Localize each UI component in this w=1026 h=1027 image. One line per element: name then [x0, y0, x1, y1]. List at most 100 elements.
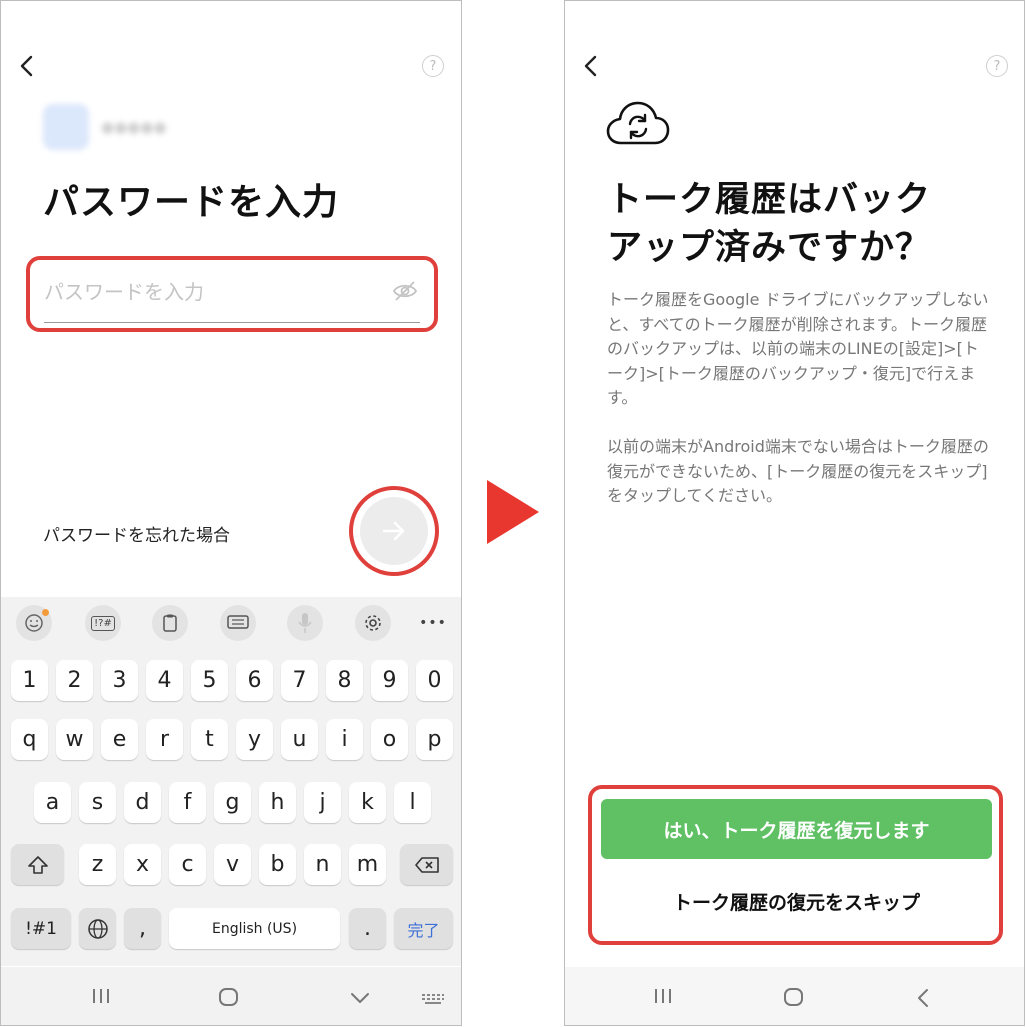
password-field-highlight [26, 256, 438, 332]
shift-key[interactable] [11, 844, 64, 885]
home-icon[interactable] [783, 987, 805, 1007]
next-button[interactable] [360, 497, 428, 565]
key-e[interactable]: e [101, 719, 138, 760]
microphone-icon [298, 613, 312, 633]
key-b[interactable]: b [259, 844, 296, 885]
account-name-blurred: ●●●●● [101, 118, 167, 136]
key-r[interactable]: r [146, 719, 183, 760]
space-key[interactable]: English (US) [169, 908, 340, 949]
keyboard-toolbar: !?# ••• [1, 597, 461, 647]
next-step-arrow-icon [487, 480, 539, 544]
key-3[interactable]: 3 [101, 660, 138, 701]
key-j[interactable]: j [304, 782, 341, 823]
key-o[interactable]: o [371, 719, 408, 760]
key-n[interactable]: n [304, 844, 341, 885]
key-l[interactable]: l [394, 782, 431, 823]
key-k[interactable]: k [349, 782, 386, 823]
key-u[interactable]: u [281, 719, 318, 760]
restore-history-button[interactable]: はい、トーク履歴を復元します [601, 799, 992, 859]
key-m[interactable]: m [349, 844, 386, 885]
page-title-line-1: トーク履歴はバック [607, 180, 932, 220]
key-2[interactable]: 2 [56, 660, 93, 701]
backspace-key[interactable] [400, 844, 453, 885]
password-screen: ? ●●●●● パスワードを入力 パスワードを忘れた場合 !?# ••• 1 2… [0, 0, 462, 1026]
key-t[interactable]: t [191, 719, 228, 760]
key-a[interactable]: a [34, 782, 71, 823]
key-1[interactable]: 1 [11, 660, 48, 701]
settings-gear-icon [365, 615, 381, 631]
password-input[interactable] [44, 274, 384, 310]
key-8[interactable]: 8 [326, 660, 363, 701]
symbols-label: !?# [91, 615, 115, 631]
keyboard-layout-icon[interactable] [220, 605, 256, 641]
language-key[interactable] [79, 908, 116, 949]
recents-icon[interactable] [653, 987, 673, 1005]
key-y[interactable]: y [236, 719, 273, 760]
action-buttons-highlight: はい、トーク履歴を復元します トーク履歴の復元をスキップ [588, 785, 1003, 945]
skip-restore-button[interactable]: トーク履歴の復元をスキップ [601, 871, 992, 931]
more-icon[interactable]: ••• [415, 605, 451, 641]
key-q[interactable]: q [11, 719, 48, 760]
key-7[interactable]: 7 [281, 660, 318, 701]
help-button[interactable]: ? [422, 55, 444, 77]
restore-confirm-screen: ? トーク履歴はバック アップ済みですか？ トーク履歴をGoogle ドライブに… [564, 0, 1025, 1026]
clipboard-icon[interactable] [152, 605, 188, 641]
keyboard-hide-icon[interactable] [421, 993, 445, 1005]
soft-keyboard: !?# ••• 1 2 3 4 5 6 7 8 9 0 q w e r t y … [1, 597, 461, 966]
description-non-android: 以前の端末がAndroid端末でない場合はトーク履歴の復元ができないため、[トー… [607, 437, 989, 505]
key-g[interactable]: g [214, 782, 251, 823]
key-f[interactable]: f [169, 782, 206, 823]
clipboard-shape-icon [163, 614, 177, 632]
page-title: パスワードを入力 [43, 182, 340, 223]
key-v[interactable]: v [214, 844, 251, 885]
recents-icon[interactable] [91, 987, 111, 1005]
key-i[interactable]: i [326, 719, 363, 760]
smiley-icon [25, 614, 43, 632]
symbols-key[interactable]: !#1 [11, 908, 71, 949]
key-z[interactable]: z [79, 844, 116, 885]
globe-icon [87, 918, 108, 939]
back-nav-icon[interactable] [915, 987, 931, 1009]
gear-icon[interactable] [355, 605, 391, 641]
key-w[interactable]: w [56, 719, 93, 760]
key-c[interactable]: c [169, 844, 206, 885]
key-p[interactable]: p [416, 719, 453, 760]
account-row: ●●●●● [43, 104, 166, 150]
help-button[interactable]: ? [986, 55, 1008, 77]
backspace-icon [414, 856, 439, 873]
next-button-highlight [349, 486, 439, 576]
keyboard-shape-icon [227, 615, 249, 629]
key-h[interactable]: h [259, 782, 296, 823]
mic-icon[interactable] [287, 605, 323, 641]
period-key[interactable]: . [349, 908, 386, 949]
symbols-icon[interactable]: !?# [85, 605, 121, 641]
back-button[interactable] [579, 51, 603, 81]
avatar [43, 104, 89, 150]
arrow-right-icon [382, 521, 405, 541]
key-4[interactable]: 4 [146, 660, 183, 701]
chevron-down-icon[interactable] [349, 991, 371, 1005]
shift-arrow-icon [27, 855, 48, 874]
page-title-line-2: アップ済みですか？ [607, 228, 932, 268]
key-x[interactable]: x [124, 844, 161, 885]
key-d[interactable]: d [124, 782, 161, 823]
done-key[interactable]: 完了 [394, 908, 453, 949]
emoji-icon[interactable] [16, 605, 52, 641]
key-9[interactable]: 9 [371, 660, 408, 701]
page-title: トーク履歴はバック アップ済みですか？ [607, 176, 931, 272]
forgot-password-link[interactable]: パスワードを忘れた場合 [43, 521, 230, 546]
description-backup: トーク履歴をGoogle ドライブにバックアップしないと、すべてのトーク履歴が削… [607, 290, 989, 407]
key-s[interactable]: s [79, 782, 116, 823]
eye-off-icon[interactable] [392, 280, 418, 302]
key-0[interactable]: 0 [416, 660, 453, 701]
chevron-left-icon [584, 55, 597, 77]
chevron-left-icon [20, 55, 33, 77]
system-nav-bar [1, 967, 461, 1025]
notification-dot [42, 609, 49, 616]
key-6[interactable]: 6 [236, 660, 273, 701]
comma-key[interactable]: , [124, 908, 161, 949]
system-nav-bar [565, 967, 1024, 1025]
key-5[interactable]: 5 [191, 660, 228, 701]
back-button[interactable] [15, 51, 39, 81]
home-icon[interactable] [218, 987, 240, 1007]
